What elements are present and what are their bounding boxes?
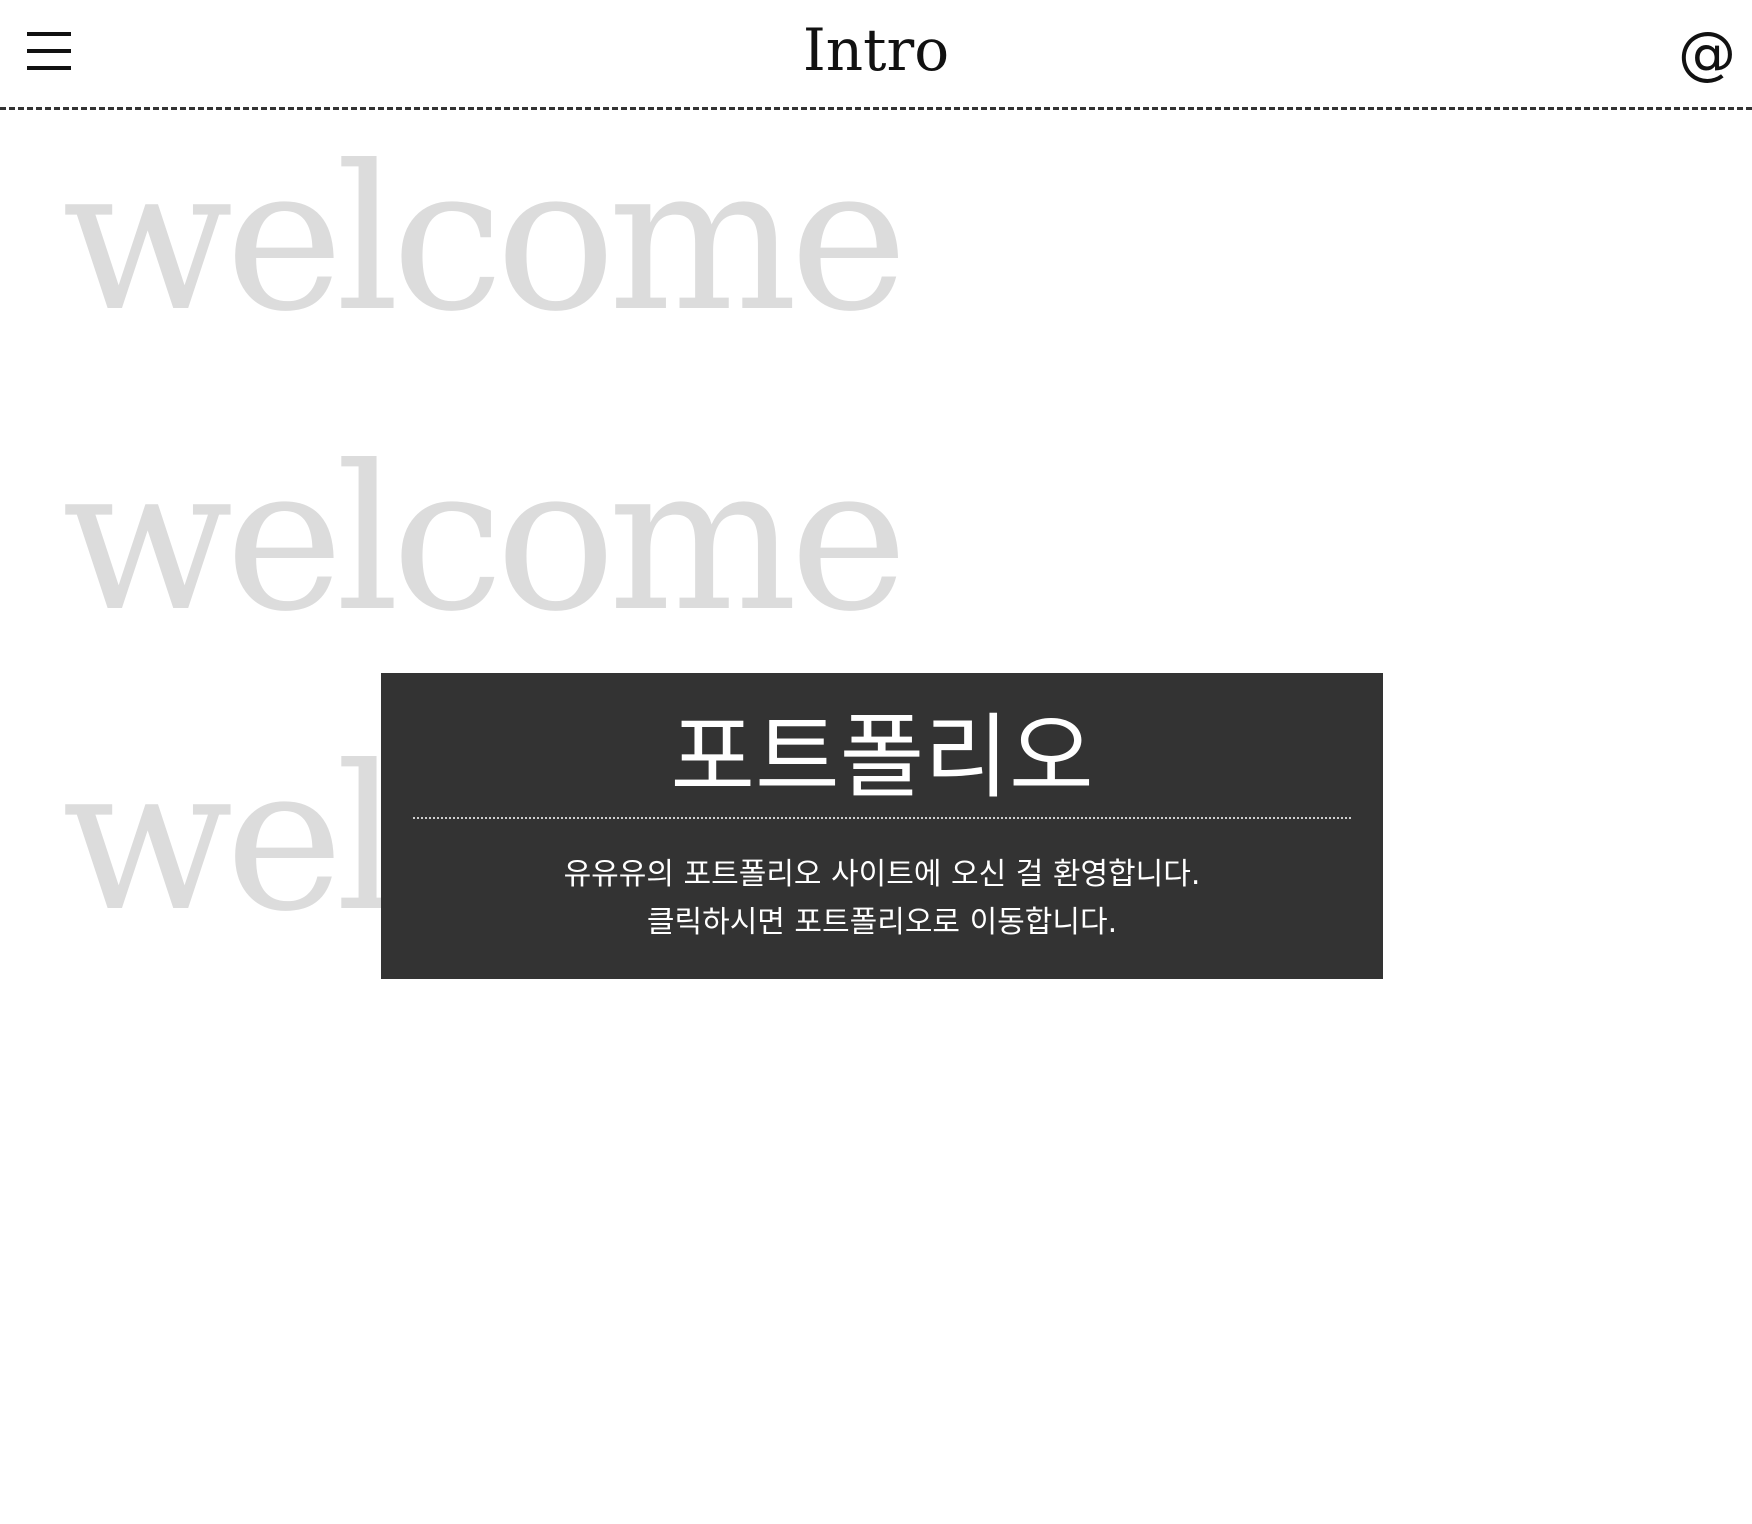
popup-welcome-text: 유유유의 포트폴리오 사이트에 오신 걸 환영합니다. [563, 857, 1201, 892]
portfolio-intro-popup[interactable]: 포트폴리오 유유유의 포트폴리오 사이트에 오신 걸 환영합니다. 클릭하시면 … [381, 673, 1383, 979]
page-title: Intro [802, 16, 950, 84]
popup-divider [413, 817, 1351, 819]
top-header: Intro @ [0, 0, 1752, 110]
background-welcome-word-1: welcome [62, 123, 908, 356]
at-sign-icon[interactable]: @ [1672, 18, 1742, 88]
popup-title: 포트폴리오 [670, 704, 1094, 811]
popup-instruction-text: 클릭하시면 포트폴리오로 이동합니다. [646, 905, 1118, 940]
background-welcome-word-2: welcome [62, 423, 908, 656]
